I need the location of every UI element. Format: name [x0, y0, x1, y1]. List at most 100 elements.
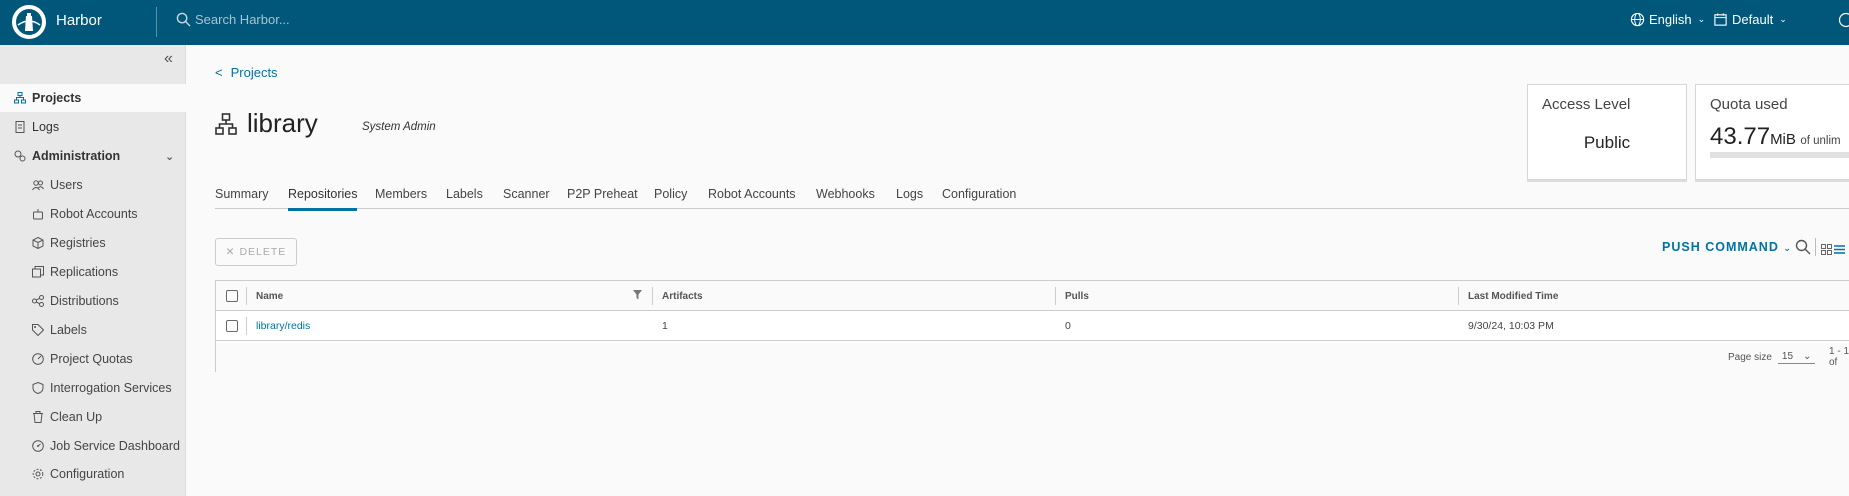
page-size-control[interactable]: Page size 15 ⌄	[1728, 342, 1816, 372]
list-view-toggle[interactable]	[1834, 242, 1845, 260]
role-label: System Admin	[362, 121, 436, 133]
tab-scanner[interactable]: Scanner	[503, 187, 550, 208]
push-command-label: PUSH COMMAND	[1662, 240, 1779, 254]
tab-repositories[interactable]: Repositories	[288, 187, 358, 211]
chevron-down-icon: ⌄	[1779, 14, 1787, 24]
collapse-sidebar-icon[interactable]: «	[164, 50, 173, 68]
column-name[interactable]: Name	[256, 281, 283, 311]
sidebar-item-label: Projects	[32, 91, 82, 105]
quota-label: Quota used	[1710, 96, 1788, 113]
sidebar-item-distributions[interactable]: Distributions	[0, 287, 186, 315]
project-name: library	[247, 108, 318, 138]
card-view-toggle[interactable]	[1821, 242, 1832, 260]
brand-name[interactable]: Harbor	[56, 12, 102, 29]
search-icon	[1795, 239, 1811, 255]
trash-icon	[33, 411, 43, 423]
sidebar-item-label: Administration	[32, 149, 121, 163]
logs-icon	[15, 121, 25, 133]
sidebar-item-labels[interactable]: Labels	[0, 316, 186, 344]
sidebar-item-label: Project Quotas	[50, 352, 133, 366]
sidebar-item-label: Configuration	[50, 467, 125, 481]
sidebar-item-label: Distributions	[50, 294, 119, 308]
repositories-table: Name Artifacts Pulls Last Modified Time …	[215, 280, 1849, 372]
quota-card: Quota used 43.77MiB of unlim	[1695, 84, 1849, 180]
projects-icon	[14, 92, 26, 104]
global-search[interactable]	[176, 12, 395, 27]
sidebar-item-job-service-dashboard[interactable]: Job Service Dashboard	[0, 432, 186, 460]
tab-summary[interactable]: Summary	[215, 187, 268, 208]
sidebar-item-users[interactable]: Users	[0, 171, 186, 199]
chevron-down-icon: ⌄	[1783, 243, 1792, 253]
tab-p2p-preheat[interactable]: P2P Preheat	[567, 187, 638, 208]
quota-suffix: of unlim	[1800, 135, 1841, 147]
sidebar-item-label: Users	[50, 178, 83, 192]
search-input[interactable]	[195, 12, 395, 27]
quotas-icon	[32, 353, 44, 365]
delete-label: DELETE	[239, 246, 287, 258]
sidebar-item-label: Interrogation Services	[50, 381, 172, 395]
sidebar-item-robot-accounts[interactable]: Robot Accounts	[0, 200, 186, 228]
page-size-label: Page size	[1728, 351, 1772, 363]
quota-number: 43.77	[1710, 123, 1771, 150]
column-artifacts[interactable]: Artifacts	[662, 281, 703, 311]
header-divider	[156, 7, 157, 37]
table-header: Name Artifacts Pulls Last Modified Time	[216, 281, 1849, 311]
artifacts-count: 1	[662, 320, 668, 332]
tab-members[interactable]: Members	[375, 187, 427, 208]
filter-icon[interactable]	[633, 290, 642, 300]
registries-icon	[32, 237, 44, 249]
sidebar-item-clean-up[interactable]: Clean Up	[0, 403, 186, 431]
chevron-down-icon: ⌄	[1803, 350, 1812, 362]
list-view-icon	[1834, 245, 1845, 254]
theme-label: Default	[1732, 12, 1774, 27]
sidebar-item-label: Registries	[50, 236, 106, 250]
close-icon: ✕	[225, 246, 236, 258]
sidebar-item-project-quotas[interactable]: Project Quotas	[0, 345, 186, 373]
push-command-button[interactable]: PUSH COMMAND ⌄	[1662, 240, 1792, 254]
replications-icon	[32, 266, 44, 278]
sidebar-item-logs[interactable]: Logs	[0, 113, 186, 141]
access-level-value: Public	[1583, 133, 1631, 152]
page-title: library	[215, 108, 318, 139]
sidebar-item-label: Replications	[50, 265, 119, 279]
back-link-label: Projects	[230, 65, 278, 80]
grid-view-icon	[1821, 244, 1832, 255]
repo-search-button[interactable]	[1795, 239, 1811, 260]
sidebar-item-configuration[interactable]: Configuration	[0, 460, 186, 488]
chevron-down-icon: ⌄	[1697, 14, 1706, 24]
harbor-logo-icon[interactable]	[12, 5, 46, 39]
administration-icon	[14, 150, 26, 162]
theme-menu[interactable]: Default ⌄	[1713, 12, 1787, 27]
tag-icon	[32, 324, 44, 336]
page-size-select[interactable]: 15 ⌄	[1777, 350, 1816, 364]
sidebar-item-replications[interactable]: Replications	[0, 258, 186, 286]
access-level-label: Access Level	[1542, 96, 1631, 113]
back-to-projects-link[interactable]: < Projects	[215, 65, 278, 80]
row-checkbox[interactable]	[226, 311, 238, 341]
sidebar-item-administration[interactable]: Administration ⌄	[0, 142, 186, 170]
tab-robot-accounts[interactable]: Robot Accounts	[708, 187, 796, 208]
delete-button[interactable]: ✕ DELETE	[215, 238, 297, 266]
tab-configuration[interactable]: Configuration	[942, 187, 1016, 208]
language-menu[interactable]: English ⌄	[1630, 12, 1705, 27]
column-last-modified[interactable]: Last Modified Time	[1468, 281, 1558, 311]
tab-policy[interactable]: Policy	[654, 187, 687, 208]
tab-webhooks[interactable]: Webhooks	[816, 187, 875, 208]
sidebar-item-registries[interactable]: Registries	[0, 229, 186, 257]
last-modified-time: 9/30/24, 10:03 PM	[1468, 320, 1554, 332]
users-icon	[32, 180, 44, 191]
select-all-checkbox[interactable]	[226, 281, 238, 311]
quota-value: 43.77MiB of unlim	[1710, 123, 1841, 151]
user-icon	[1838, 12, 1849, 28]
gear-icon	[32, 468, 44, 480]
page-size-value: 15	[1781, 350, 1794, 362]
repository-name-link[interactable]: library/redis	[256, 311, 310, 341]
tab-labels[interactable]: Labels	[446, 187, 483, 208]
tab-logs[interactable]: Logs	[896, 187, 923, 208]
sidebar-item-projects[interactable]: Projects	[0, 84, 186, 112]
user-menu[interactable]	[1838, 12, 1849, 33]
table-footer: Page size 15 ⌄ 1 - 1 of	[216, 342, 1849, 372]
table-row[interactable]: library/redis 1 0 9/30/24, 10:03 PM	[216, 311, 1849, 341]
column-pulls[interactable]: Pulls	[1065, 281, 1089, 311]
sidebar-item-interrogation-services[interactable]: Interrogation Services	[0, 374, 186, 402]
